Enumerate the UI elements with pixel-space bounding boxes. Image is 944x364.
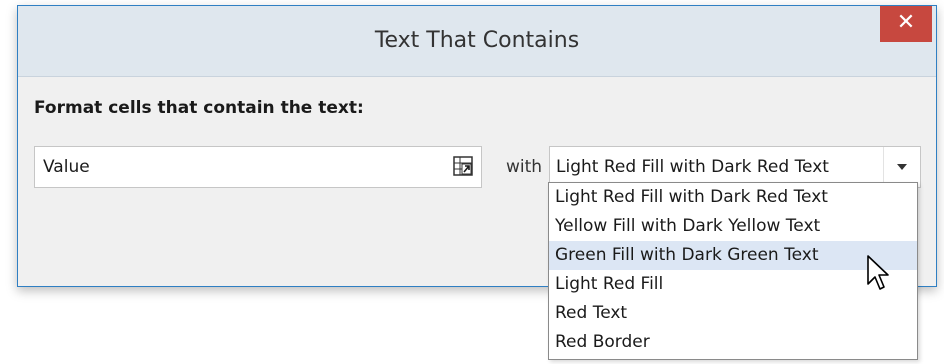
- stage: Text That Contains ✕ Format cells that c…: [0, 0, 944, 364]
- close-button[interactable]: ✕: [880, 6, 932, 42]
- chevron-down-icon[interactable]: [883, 147, 920, 187]
- dropdown-option[interactable]: Red Text: [549, 299, 917, 328]
- dialog-title: Text That Contains: [374, 28, 580, 53]
- with-label: with: [506, 157, 543, 177]
- format-dropdown-list: Light Red Fill with Dark Red Text Yellow…: [548, 182, 918, 360]
- title-bar: Text That Contains ✕: [18, 6, 936, 77]
- dropdown-option[interactable]: Red Border: [549, 328, 917, 357]
- value-input-text: Value: [43, 157, 90, 177]
- dropdown-option[interactable]: Light Red Fill with Dark Red Text: [549, 183, 917, 212]
- close-icon: ✕: [896, 10, 916, 35]
- value-input[interactable]: Value: [34, 146, 482, 188]
- cell-reference-icon[interactable]: [453, 156, 473, 176]
- dropdown-option[interactable]: Light Red Fill: [549, 270, 917, 299]
- dropdown-option[interactable]: Yellow Fill with Dark Yellow Text: [549, 212, 917, 241]
- format-combo-value: Light Red Fill with Dark Red Text: [556, 157, 829, 177]
- dropdown-option-hovered[interactable]: Green Fill with Dark Green Text: [549, 241, 917, 270]
- format-heading: Format cells that contain the text:: [34, 98, 364, 118]
